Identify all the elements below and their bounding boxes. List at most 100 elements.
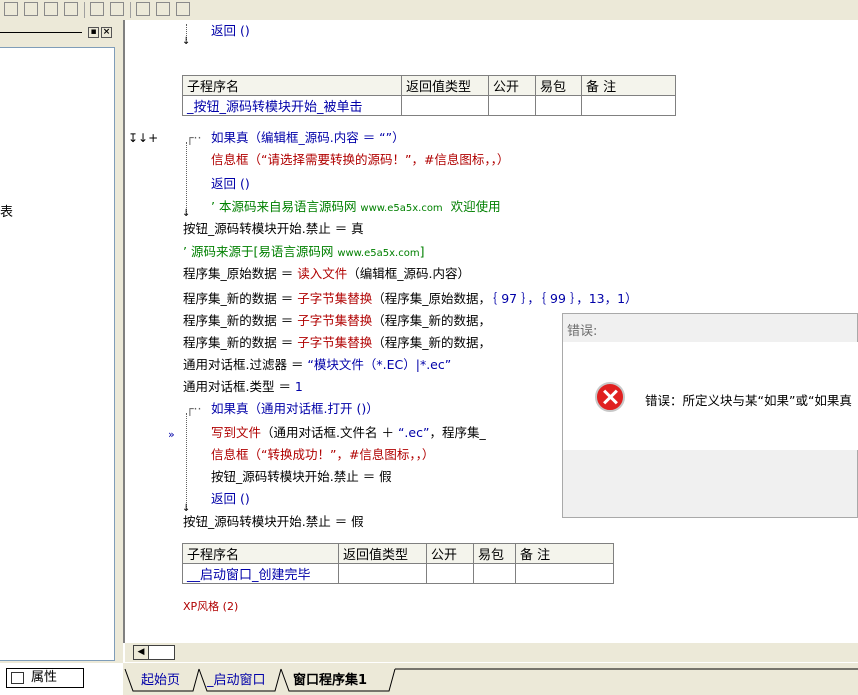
cell-return-type[interactable] <box>401 95 489 116</box>
code-line[interactable]: 信息框（“转换成功！”，#信息图标，，） <box>211 446 434 464</box>
cell-return-type[interactable] <box>338 563 427 584</box>
scroll-left-icon[interactable]: ◀ <box>133 645 149 660</box>
space-vertical-icon[interactable] <box>110 2 124 16</box>
horizontal-scrollbar[interactable]: ◀ <box>125 643 858 662</box>
code-line[interactable]: 如果真（通用对话框.打开 ()） <box>211 400 379 418</box>
left-panel: ▪ × 表 <box>0 20 123 663</box>
panel-partial-text: 表 <box>0 205 14 220</box>
code-text: ，程序集_ <box>429 425 486 440</box>
cell-remark[interactable] <box>581 95 676 116</box>
code-line[interactable]: 写到文件（通用对话框.文件名 ＋ “.ec”，程序集_ <box>211 424 486 442</box>
header-easy-pack: 易包 <box>473 543 516 564</box>
restore-icon[interactable]: ▪ <box>88 27 99 38</box>
code-line[interactable]: 返回 () <box>211 490 250 508</box>
header-public: 公开 <box>426 543 474 564</box>
error-icon <box>595 382 625 412</box>
code-constant: ｛ 97 ｝，｛ 99 ｝，13，1） <box>490 291 638 306</box>
code-line[interactable]: 如果真（编辑框_源码.内容 ＝ “”） <box>211 129 405 147</box>
code-line[interactable]: 程序集_新的数据 ＝ 子字节集替换（程序集_原始数据，｛ 97 ｝，｛ 99 ｝… <box>183 290 638 308</box>
header-easy-pack: 易包 <box>535 75 582 96</box>
code-text: 通用对话框.过滤器 ＝ <box>183 357 308 372</box>
code-line[interactable]: 程序集_新的数据 ＝ 子字节集替换（程序集_新的数据， <box>183 334 491 352</box>
flow-branch: ┌·· <box>186 401 202 416</box>
code-function: 读入文件 <box>297 266 348 281</box>
code-line[interactable]: ’ 源码来源于[易语言源码网 www.e5a5x.com] <box>183 243 424 263</box>
flow-branch: ┌·· <box>186 130 202 145</box>
code-text: 通用对话框.类型 ＝ <box>183 379 295 394</box>
align-grid-icon[interactable] <box>4 2 18 16</box>
comment-text: ’ 源码来源于[易语言源码网 <box>183 244 338 259</box>
header-public: 公开 <box>488 75 536 96</box>
tab-start-page[interactable]: 起始页 <box>141 671 180 691</box>
align-center-icon[interactable] <box>24 2 38 16</box>
panel-titlebar: ▪ × <box>0 25 116 39</box>
cell-public[interactable] <box>488 95 536 116</box>
subroutine-name[interactable]: _按钮_源码转模块开始_被单击 <box>182 95 402 116</box>
cell-easy-pack[interactable] <box>473 563 516 584</box>
code-text: （通用对话框.文件名 ＋ <box>261 425 398 440</box>
code-line[interactable]: 按钮_源码转模块开始.禁止 ＝ 假 <box>211 468 392 486</box>
code-text: （程序集_新的数据， <box>372 335 491 350</box>
code-line[interactable]: 通用对话框.过滤器 ＝ “模块文件（*.EC）|*.ec” <box>183 356 451 374</box>
toolbar <box>0 0 858 21</box>
code-line[interactable]: 通用对话框.类型 ＝ 1 <box>183 378 303 396</box>
toolbar-separator <box>84 2 85 18</box>
code-return[interactable]: 返回 () <box>211 22 250 40</box>
code-line[interactable]: 程序集_原始数据 ＝ 读入文件（编辑框_源码.内容） <box>183 265 470 283</box>
editor-tabs: 起始页 _启动窗口 窗口程序集1 <box>123 663 858 695</box>
flow-arrow-icon: ↓ <box>182 208 191 219</box>
close-icon[interactable]: × <box>101 27 112 38</box>
gutter-marker: ↧↓+ <box>128 131 159 145</box>
code-line[interactable]: 程序集_新的数据 ＝ 子字节集替换（程序集_新的数据， <box>183 312 491 330</box>
tab-window-assembly[interactable]: 窗口程序集1 <box>293 671 367 691</box>
comment-text: 欢迎使用 <box>442 199 501 214</box>
code-string: “.ec” <box>397 425 430 440</box>
code-line[interactable]: XP风格 (2) <box>183 598 238 616</box>
code-function: 子字节集替换 <box>297 335 373 350</box>
subroutine-table: 子程序名 返回值类型 公开 易包 备 注 __启动窗口_创建完毕 <box>182 543 614 584</box>
dialog-message: 错误：所定义块与某“如果”或“如果真 <box>645 393 852 408</box>
properties-tab-label: 属性 <box>31 670 58 685</box>
code-function: 写到文件 <box>211 425 262 440</box>
space-horizontal-icon[interactable] <box>90 2 104 16</box>
error-dialog: 错误: 错误：所定义块与某“如果”或“如果真 <box>562 313 858 518</box>
flow-guide <box>186 142 187 214</box>
header-remark: 备 注 <box>581 75 676 96</box>
cell-public[interactable] <box>426 563 474 584</box>
code-line[interactable]: 信息框（“请选择需要转换的源码！”，#信息图标，，） <box>211 151 509 169</box>
code-text: （编辑框_源码.内容） <box>347 266 470 281</box>
subroutine-name[interactable]: __启动窗口_创建完毕 <box>182 563 339 584</box>
code-line[interactable]: 按钮_源码转模块开始.禁止 ＝ 真 <box>183 220 364 238</box>
dialog-title: 错误: <box>567 324 598 339</box>
align-top-icon[interactable] <box>44 2 58 16</box>
same-size-icon[interactable] <box>176 2 190 16</box>
header-remark: 备 注 <box>515 543 614 564</box>
gutter-arrow-icon: » <box>168 428 175 441</box>
cell-easy-pack[interactable] <box>535 95 582 116</box>
code-function: 子字节集替换 <box>297 313 373 328</box>
cell-remark[interactable] <box>515 563 614 584</box>
flow-guide <box>186 413 187 509</box>
code-line[interactable]: 按钮_源码转模块开始.禁止 ＝ 假 <box>183 513 364 531</box>
panel-content: 表 <box>0 47 115 661</box>
code-line[interactable]: ’ 本源码来自易语言源码网 www.e5a5x.com 欢迎使用 <box>211 198 501 218</box>
code-line[interactable]: 返回 () <box>211 175 250 193</box>
tab-startup-window[interactable]: _启动窗口 <box>207 671 266 691</box>
align-bottom-icon[interactable] <box>64 2 78 16</box>
code-text: 程序集_新的数据 ＝ <box>183 335 298 350</box>
properties-icon <box>11 672 24 684</box>
same-width-icon[interactable] <box>136 2 150 16</box>
scrollbar-track[interactable] <box>149 645 175 660</box>
code-text: 程序集_原始数据 ＝ <box>183 266 298 281</box>
comment-text: ] <box>419 244 425 259</box>
code-string: “模块文件（*.EC）|*.ec” <box>307 357 452 372</box>
header-subname: 子程序名 <box>182 75 402 96</box>
header-subname: 子程序名 <box>182 543 339 564</box>
properties-tab[interactable]: 属性 <box>6 668 84 688</box>
comment-url: www.e5a5x.com <box>337 248 420 259</box>
code-text: 程序集_新的数据 ＝ <box>183 291 298 306</box>
code-text: 程序集_新的数据 ＝ <box>183 313 298 328</box>
subroutine-table: 子程序名 返回值类型 公开 易包 备 注 _按钮_源码转模块开始_被单击 <box>182 75 676 116</box>
same-height-icon[interactable] <box>156 2 170 16</box>
comment-url: www.e5a5x.com <box>360 203 443 214</box>
